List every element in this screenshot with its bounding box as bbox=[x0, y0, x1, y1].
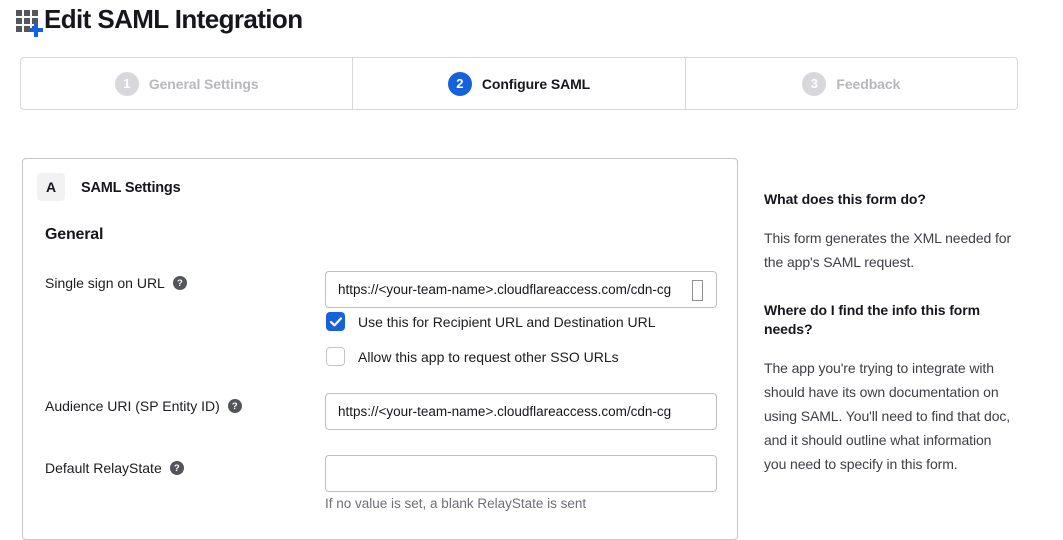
step-feedback[interactable]: 3 Feedback bbox=[685, 58, 1017, 109]
audience-uri-label: Audience URI (SP Entity ID) bbox=[45, 398, 242, 414]
step-label: Configure SAML bbox=[482, 76, 590, 92]
relaystate-hint: If no value is set, a blank RelayState i… bbox=[325, 496, 586, 511]
question-mark-icon[interactable] bbox=[173, 276, 187, 290]
checkmark-icon bbox=[330, 317, 342, 327]
saml-settings-panel: A SAML Settings General Single sign on U… bbox=[22, 158, 738, 540]
step-configure-saml[interactable]: 2 Configure SAML bbox=[352, 58, 684, 109]
other-sso-urls-checkbox[interactable] bbox=[326, 347, 345, 366]
recipient-url-checkbox[interactable] bbox=[326, 312, 345, 331]
checkbox-label: Use this for Recipient URL and Destinati… bbox=[358, 314, 656, 330]
default-relaystate-label: Default RelayState bbox=[45, 460, 184, 476]
default-relaystate-input[interactable] bbox=[325, 455, 717, 492]
single-sign-on-url-input[interactable] bbox=[325, 271, 717, 308]
plus-icon bbox=[29, 23, 43, 37]
page-header: Edit SAML Integration bbox=[16, 4, 302, 35]
apps-grid-add-icon bbox=[16, 10, 39, 33]
question-mark-icon[interactable] bbox=[170, 461, 184, 475]
step-label: General Settings bbox=[149, 76, 259, 92]
wizard-stepper: 1 General Settings 2 Configure SAML 3 Fe… bbox=[20, 57, 1018, 110]
step-number-badge: 1 bbox=[115, 72, 139, 96]
section-badge: A bbox=[37, 173, 65, 201]
help-answer-1: This form generates the XML needed for t… bbox=[764, 226, 1017, 274]
recipient-url-checkbox-row[interactable]: Use this for Recipient URL and Destinati… bbox=[326, 312, 656, 331]
help-question-1: What does this form do? bbox=[764, 190, 1017, 209]
text-cursor bbox=[692, 280, 703, 301]
help-question-2: Where do I find the info this form needs… bbox=[764, 301, 1017, 339]
other-sso-urls-checkbox-row[interactable]: Allow this app to request other SSO URLs bbox=[326, 347, 619, 366]
step-number-badge: 2 bbox=[448, 72, 472, 96]
single-sign-on-url-label: Single sign on URL bbox=[45, 275, 187, 291]
help-sidebar: What does this form do? This form genera… bbox=[764, 190, 1017, 503]
step-label: Feedback bbox=[836, 76, 900, 92]
checkbox-label: Allow this app to request other SSO URLs bbox=[358, 349, 619, 365]
group-heading-general: General bbox=[45, 226, 103, 244]
audience-uri-input[interactable] bbox=[325, 393, 717, 430]
section-title: SAML Settings bbox=[81, 180, 180, 196]
help-answer-2: The app you're trying to integrate with … bbox=[764, 356, 1017, 476]
step-number-badge: 3 bbox=[802, 72, 826, 96]
step-general-settings[interactable]: 1 General Settings bbox=[21, 58, 352, 109]
page-title: Edit SAML Integration bbox=[44, 4, 302, 35]
question-mark-icon[interactable] bbox=[228, 399, 242, 413]
